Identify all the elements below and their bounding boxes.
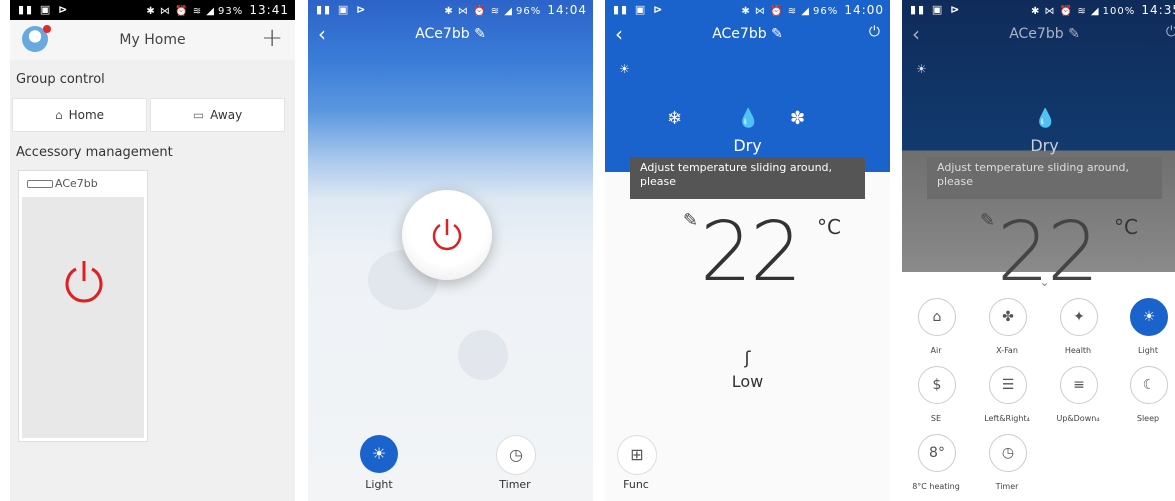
device-name: ACe7bb [27,177,98,190]
status-bar: ▮▮ ▣ ⊳ ✱ ⋈ ⏰ ≋ ◢ 96% 14:04 [316,3,587,17]
power-icon[interactable]: ⏻ [1166,24,1175,40]
functions-screen: ▮▮ ▣ ⊳ ✱ ⋈ ⏰ ≋ ◢100% 14:35 ‹ ACe7bb ✎ ⏻ … [902,0,1175,501]
mode-name: Dry [1030,136,1059,155]
background-blur [458,330,508,380]
timer-label: Timer [499,478,531,491]
edit-icon[interactable]: ✎ [1068,26,1080,42]
header: My Home + [10,20,295,60]
battery-level: 96% [812,6,839,17]
func-button[interactable]: ⊞ [617,435,657,475]
left-right-label: Left&Right₄ [984,414,1030,423]
status-time: 14:04 [547,3,587,17]
up-down-swing-icon[interactable]: ≡ [1060,366,1098,404]
home-button[interactable]: ⌂ Home [12,98,147,132]
timer-icon[interactable]: ◷ [989,434,1027,472]
air-icon[interactable]: ⌂ [918,298,956,336]
toast-message: Adjust temperature sliding around, pleas… [630,157,865,199]
status-time: 14:00 [844,3,884,17]
device-power-screen: ▮▮ ▣ ⊳ ✱ ⋈ ⏰ ≋ ◢ 96% 14:04 ‹ ACe7bb ✎ ☀ L… [308,0,593,501]
air-label: Air [930,346,942,355]
battery-level: 93% [217,6,244,17]
temperature-unit: °C [1114,215,1138,239]
add-button[interactable]: + [261,23,283,53]
power-icon[interactable]: ⏻ [869,24,880,40]
light-bulb-icon: ☀ [371,444,387,463]
top-bar: ‹ ACe7bb ✎ ⏻ [605,20,890,50]
timer-button[interactable]: ◷ [496,435,536,475]
se-icon[interactable]: $ [918,366,956,404]
device-card[interactable]: ACe7bb [18,170,148,442]
cool-mode-icon[interactable]: ❄ [667,108,682,129]
health-icon[interactable]: ✦ [1060,298,1098,336]
device-title[interactable]: ACe7bb ✎ [902,26,1175,42]
pencil-icon: ✎ [980,210,996,231]
device-title[interactable]: ACe7bb ✎ [605,26,890,42]
sleep-icon[interactable]: ☾ [1130,366,1168,404]
temperature-value[interactable]: 22 [700,205,802,300]
top-bar: ‹ ACe7bb ✎ ⏻ [902,20,1175,50]
house-icon: ⌂ [54,108,63,122]
away-button[interactable]: ▭ Away [150,98,285,132]
power-icon [432,219,462,251]
power-icon[interactable] [59,257,109,307]
home-screen: ▮▮ ▣ ⊳ ✱ ⋈ ⏰ ≋ ◢ 93% 13:41 My Home + Grou… [10,0,295,501]
toast-message: Adjust temperature sliding around, pleas… [927,157,1162,199]
mode-name: Dry [733,136,762,155]
status-right: ✱ ⋈ ⏰ ≋ ◢ 93% 13:41 [146,3,289,17]
temperature-unit: °C [817,215,841,239]
briefcase-icon: ▭ [192,108,205,122]
fan-speed-icon[interactable]: ʃ [605,348,890,369]
device-title[interactable]: ACe7bb ✎ [308,26,593,42]
fan-mode-icon[interactable]: ✽ [790,108,805,129]
left-right-swing-icon[interactable]: ☰ [989,366,1027,404]
edit-icon[interactable]: ✎ [474,26,486,42]
light-status-icon: ☀ [916,62,927,76]
func-label: Func [623,478,649,491]
light-button[interactable]: ☀ [360,435,398,473]
status-bar: ▮▮ ▣ ⊳ ✱ ⋈ ⏰ ≋ ◢ 93% 13:41 [10,0,295,20]
eight-degree-heating-icon[interactable]: 8° [918,434,956,472]
battery-level: 96% [515,6,542,17]
light-label: Light [365,478,393,491]
pencil-icon: ✎ [683,210,699,231]
sleep-label: Sleep [1136,414,1160,423]
device-card-body [22,197,144,438]
device-control-screen: ▮▮ ▣ ⊳ ✱ ⋈ ⏰ ≋ ◢ 96% 14:00 ‹ ACe7bb ✎ ⏻ ☀… [605,0,890,501]
top-bar: ‹ ACe7bb ✎ [308,20,593,50]
page-title: My Home [119,32,186,48]
edit-icon[interactable]: ✎ [771,26,783,42]
status-time: 13:41 [249,3,289,17]
group-control-heading: Group control [16,72,105,87]
power-button[interactable] [402,190,492,280]
alarm-clock-icon: ◷ [509,445,523,464]
dry-mode-icon[interactable]: 💧 [737,108,759,129]
light-status-icon: ☀ [619,62,630,76]
grid-icon: ⊞ [630,445,644,464]
light-icon[interactable]: ☀ [1130,298,1168,336]
accessory-heading: Accessory management [16,145,173,160]
status-bar: ▮▮ ▣ ⊳ ✱ ⋈ ⏰ ≋ ◢100% 14:35 [902,0,1175,20]
eight-degree-heating-label: 8°C heating [912,482,960,491]
battery-level: 100% [1102,6,1136,17]
fan-speed-label: Low [731,372,764,391]
timer-label: Timer [995,482,1019,491]
status-time: 14:35 [1141,3,1175,17]
chevron-down-icon[interactable]: ⌄ [902,275,1175,289]
health-label: Health [1064,346,1092,355]
ac-unit-icon [27,180,53,188]
status-left-icons: ▮▮ ▣ ⊳ [18,3,70,16]
x-fan-label: X-Fan [996,346,1018,355]
up-down-label: Up&Down₄ [1056,414,1100,423]
dry-mode-icon: 💧 [1034,108,1057,129]
status-bar: ▮▮ ▣ ⊳ ✱ ⋈ ⏰ ≋ ◢ 96% 14:00 [613,3,884,17]
x-fan-icon[interactable]: ✤ [989,298,1027,336]
light-label: Light [1138,346,1158,355]
se-label: SE [930,414,942,423]
